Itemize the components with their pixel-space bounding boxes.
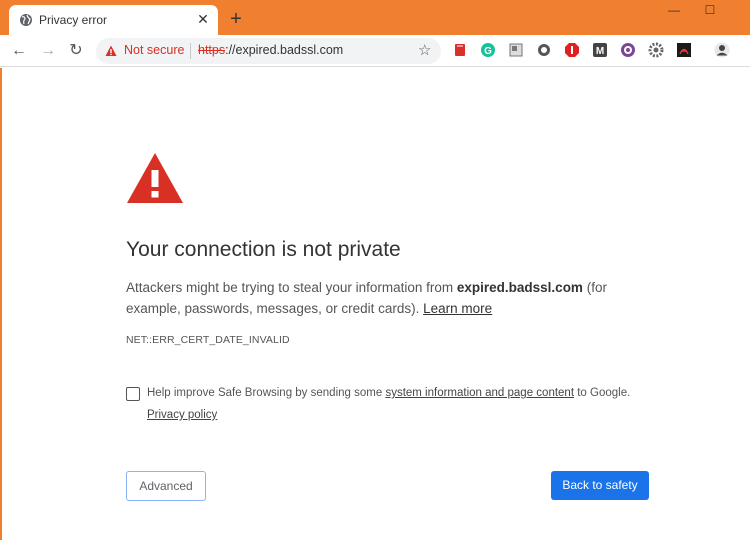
advanced-button[interactable]: Advanced — [126, 471, 206, 501]
reload-button[interactable]: ↻ — [65, 40, 87, 62]
safe-browsing-checkbox[interactable] — [126, 387, 140, 401]
safe-browsing-label: Help improve Safe Browsing by sending so… — [147, 387, 630, 399]
svg-text:G: G — [484, 46, 492, 57]
sb-before: Help improve Safe Browsing by sending so… — [147, 387, 386, 399]
back-to-safety-button[interactable]: Back to safety — [551, 471, 649, 500]
profile-avatar-icon[interactable] — [714, 42, 730, 58]
minimize-icon[interactable]: — — [660, 0, 688, 22]
url-scheme: https — [198, 43, 226, 57]
system-info-link[interactable]: system information and page content — [385, 387, 574, 399]
globe-icon — [20, 14, 32, 26]
circle-extension-icon[interactable] — [536, 42, 552, 58]
svg-text:M: M — [596, 46, 604, 57]
desc-before: Attackers might be trying to steal your … — [126, 280, 457, 295]
interstitial-page: Your connection is not private Attackers… — [0, 68, 750, 540]
gear-extension-icon[interactable] — [648, 42, 664, 58]
url-host: ://expired.badssl.com — [225, 43, 344, 57]
maximize-icon[interactable]: ☐ — [696, 0, 724, 22]
tor-extension-icon[interactable] — [620, 42, 636, 58]
desc-host: expired.badssl.com — [456, 280, 583, 295]
page-title: Your connection is not private — [126, 238, 401, 261]
back-button[interactable]: ← — [8, 40, 30, 62]
omnibox-divider — [190, 43, 191, 59]
new-tab-button[interactable]: + — [226, 9, 246, 29]
tab-privacy-error[interactable]: Privacy error ✕ — [9, 5, 218, 35]
tab-title: Privacy error — [39, 13, 108, 27]
title-bar: Privacy error ✕ + — ☐ — [0, 0, 750, 35]
url-text[interactable]: https://expired.badssl.com — [198, 43, 343, 57]
warning-triangle-icon — [127, 153, 183, 203]
bookmark-star-icon[interactable]: ☆ — [418, 41, 431, 59]
screenshot-extension-icon[interactable] — [508, 42, 524, 58]
address-bar[interactable]: Not secure https://expired.badssl.com ☆ — [96, 38, 441, 64]
pdf-extension-icon[interactable] — [676, 42, 692, 58]
error-description: Attackers might be trying to steal your … — [126, 277, 646, 319]
error-code: NET::ERR_CERT_DATE_INVALID — [126, 334, 290, 346]
forward-button[interactable]: → — [37, 40, 59, 62]
browser-toolbar: ← → ↻ Not secure https://expired.badssl.… — [0, 35, 750, 67]
adblock-extension-icon[interactable] — [564, 42, 580, 58]
grammarly-extension-icon[interactable]: G — [480, 42, 496, 58]
close-tab-icon[interactable]: ✕ — [195, 11, 211, 27]
sb-after: to Google. — [574, 387, 631, 399]
not-secure-label[interactable]: Not secure — [124, 43, 184, 57]
privacy-policy-link[interactable]: Privacy policy — [147, 409, 217, 421]
book-extension-icon[interactable] — [452, 42, 468, 58]
learn-more-link[interactable]: Learn more — [423, 301, 492, 316]
warning-icon[interactable] — [105, 45, 117, 57]
m-extension-icon[interactable]: M — [592, 42, 608, 58]
